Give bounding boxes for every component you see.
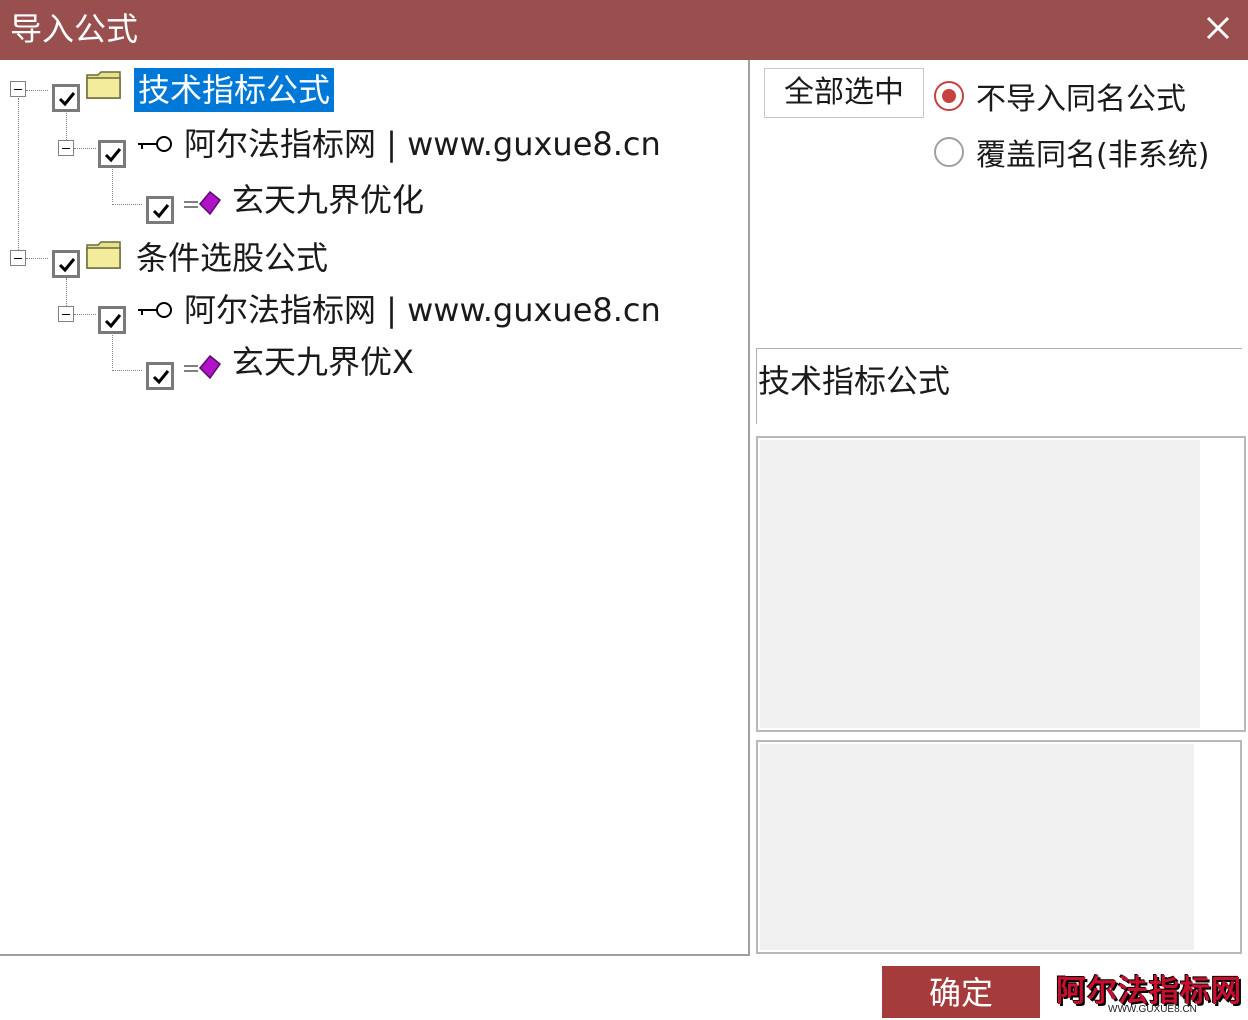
radio-button-checked[interactable] — [934, 81, 964, 111]
tree-node-label: 阿尔法指标网 | www.guxue8.cn — [184, 291, 661, 329]
tree-node-stock-selection-formulas[interactable]: 条件选股公式 — [0, 232, 360, 284]
tree-node-author-group[interactable]: 阿尔法指标网 | www.guxue8.cn — [0, 122, 700, 174]
radio-overwrite-duplicates[interactable]: 覆盖同名(非系统) — [934, 130, 1209, 174]
radio-label: 覆盖同名(非系统) — [976, 138, 1210, 173]
tree-node-technical-formulas[interactable]: 技术指标公式 — [0, 66, 360, 118]
collapse-icon[interactable] — [58, 140, 74, 156]
formula-tree[interactable]: 技术指标公式 阿尔法指标网 | www.guxue8.cn 玄天九界优化 条件选… — [0, 60, 750, 956]
window-title: 导入公式 — [10, 10, 139, 48]
formula-detail-box[interactable] — [756, 740, 1242, 954]
group-title: 技术指标公式 — [758, 362, 951, 400]
formula-icon — [184, 354, 222, 380]
formula-icon — [184, 190, 222, 216]
tree-node-label: 玄天九界优化 — [232, 181, 425, 219]
tree-node-label: 玄天九界优X — [232, 343, 414, 381]
close-icon[interactable] — [1200, 10, 1236, 46]
key-icon — [138, 136, 172, 152]
radio-label: 不导入同名公式 — [976, 82, 1186, 117]
key-icon — [138, 302, 172, 318]
checkbox-formula-xuantian-youhua[interactable] — [146, 196, 174, 224]
tree-node-formula-xuantian-x[interactable]: 玄天九界优X — [0, 343, 440, 396]
collapse-icon[interactable] — [58, 306, 74, 322]
formula-description-box[interactable] — [756, 436, 1246, 732]
radio-skip-duplicates[interactable]: 不导入同名公式 — [934, 74, 1186, 118]
group-divider — [756, 348, 1242, 349]
title-bar: 导入公式 — [0, 0, 1248, 60]
checkbox-author-group[interactable] — [98, 306, 126, 334]
collapse-icon[interactable] — [10, 250, 26, 266]
folder-icon — [86, 71, 121, 99]
tree-node-label: 阿尔法指标网 | www.guxue8.cn — [184, 125, 661, 163]
tree-node-label: 条件选股公式 — [136, 239, 329, 277]
watermark-logo: 阿尔法指标网 WWW.GUXUE8.CN — [1050, 966, 1248, 1018]
folder-icon — [86, 241, 121, 269]
tree-node-author-group[interactable]: 阿尔法指标网 | www.guxue8.cn — [0, 288, 700, 340]
checkbox-author-group[interactable] — [98, 140, 126, 168]
checkbox-formula-xuantian-x[interactable] — [146, 362, 174, 390]
tree-node-formula-xuantian-youhua[interactable]: 玄天九界优化 — [0, 178, 440, 230]
checkbox-technical-formulas[interactable] — [52, 84, 80, 112]
group-divider — [756, 348, 757, 424]
ok-button[interactable]: 确定 — [882, 966, 1040, 1018]
options-panel: 全部选中 不导入同名公式 覆盖同名(非系统) 技术指标公式 — [752, 60, 1248, 956]
checkbox-stock-selection-formulas[interactable] — [52, 250, 80, 278]
collapse-icon[interactable] — [10, 81, 26, 97]
select-all-button[interactable]: 全部选中 — [764, 68, 924, 118]
watermark-url: WWW.GUXUE8.CN — [1108, 1004, 1197, 1015]
radio-button[interactable] — [934, 137, 964, 167]
tree-node-label: 技术指标公式 — [134, 68, 335, 112]
